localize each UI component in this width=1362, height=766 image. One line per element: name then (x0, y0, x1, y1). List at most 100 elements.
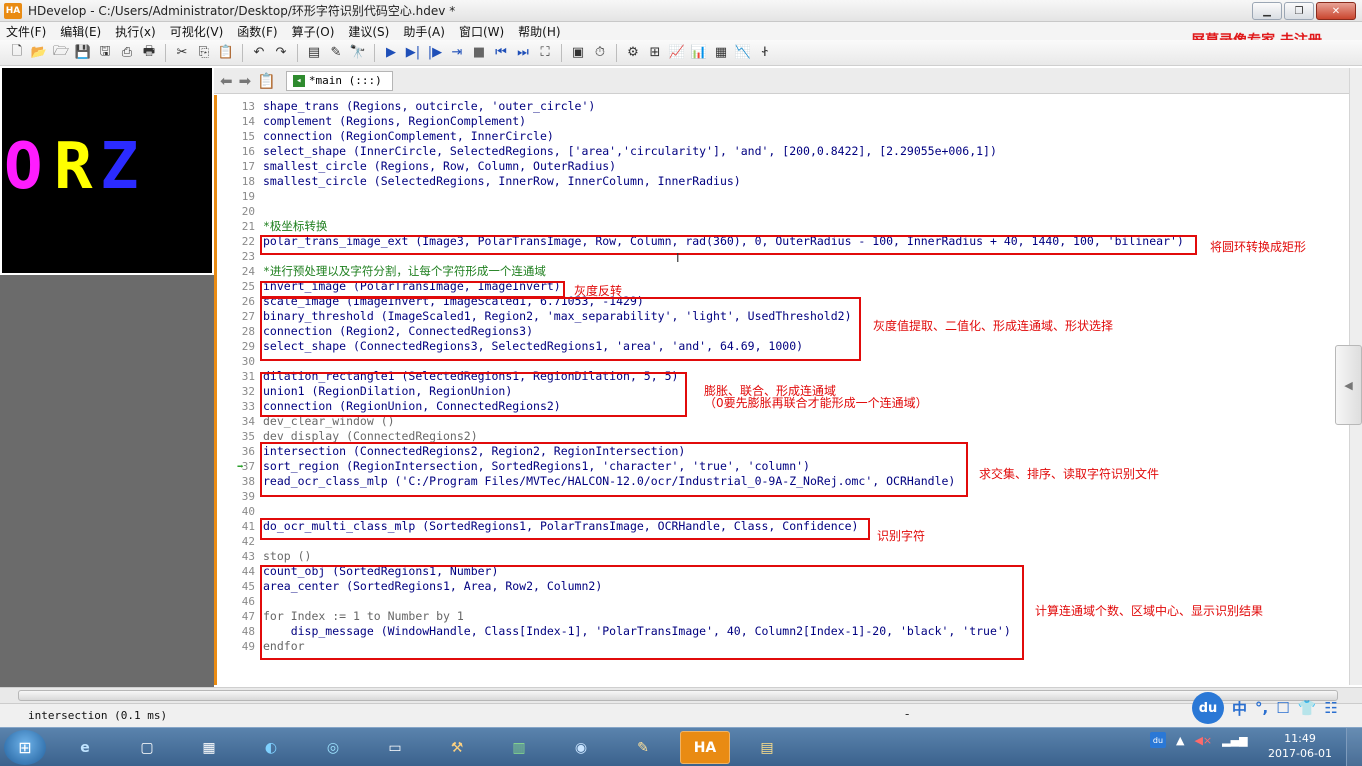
file-explorer-icon[interactable]: ▤ (742, 731, 792, 764)
code-line[interactable]: 24 *进行预处理以及字符分割，让每个字符形成一个连通域 (217, 264, 1347, 279)
find-icon[interactable]: 🔭 (349, 44, 367, 62)
insert-line-icon[interactable]: ▤ (305, 44, 323, 62)
tray-expand-icon[interactable]: ▲ (1176, 734, 1184, 747)
menu-window[interactable]: 窗口(W) (459, 23, 504, 40)
step-into-icon[interactable]: ⇥ (448, 44, 466, 62)
program-editor[interactable]: 13 shape_trans (Regions, outcircle, 'oute… (214, 95, 1349, 685)
feature-histogram-icon[interactable]: ▦ (712, 44, 730, 62)
menu-edit[interactable]: 编辑(E) (60, 23, 101, 40)
code-line[interactable]: 15 connection (RegionComplement, InnerCir… (217, 129, 1347, 144)
assistant-icon[interactable]: ⚙ (624, 44, 642, 62)
graphics-window-icon[interactable]: ▣ (569, 44, 587, 62)
menu-help[interactable]: 帮助(H) (518, 23, 560, 40)
code-line[interactable]: 14 complement (Regions, RegionComplement) (217, 114, 1347, 129)
window-app-icon[interactable]: ▭ (370, 731, 420, 764)
control-panel-icon[interactable]: ▦ (184, 731, 234, 764)
ime-punctuation-toggle[interactable]: °, (1255, 699, 1268, 717)
annotation-box-invert (260, 281, 565, 298)
document-app-icon[interactable]: ▥ (494, 731, 544, 764)
side-panel-toggle[interactable]: ◀ (1335, 345, 1362, 425)
feature-inspection-icon[interactable]: 📉 (734, 44, 752, 62)
show-desktop-button[interactable] (1346, 728, 1362, 766)
menu-file[interactable]: 文件(F) (6, 23, 46, 40)
forward-arrow-icon[interactable]: ➡ (239, 72, 252, 90)
open-file-icon[interactable]: 📂 (30, 44, 48, 62)
line-number: 22 (241, 235, 255, 248)
code-line[interactable]: 21 *极坐标转换 (217, 219, 1347, 234)
menu-execute[interactable]: 执行(x) (115, 23, 155, 40)
menu-operators[interactable]: 算子(O) (292, 23, 335, 40)
line-profile-icon[interactable]: 📊 (690, 44, 708, 62)
open-folder-icon[interactable]: 🗁 (52, 44, 70, 62)
hdevelop-taskbar-icon[interactable]: HA (680, 731, 730, 764)
tab-main[interactable]: ◂ *main (:::) (285, 70, 393, 91)
print-icon[interactable]: 🖶 (140, 44, 158, 62)
back-arrow-icon[interactable]: ⬅ (220, 72, 233, 90)
edit-line-icon[interactable]: ✎ (327, 44, 345, 62)
baidu-ime-logo-icon[interactable]: du (1192, 692, 1224, 724)
ie-browser-icon[interactable]: e (60, 731, 110, 764)
chat-app-icon[interactable]: ◐ (246, 731, 296, 764)
copy-icon[interactable]: ⎘ (195, 44, 213, 62)
clock-date: 2017-06-01 (1268, 747, 1332, 760)
tray-ime-icon[interactable]: du (1150, 732, 1166, 748)
menu-visualization[interactable]: 可视化(V) (170, 23, 224, 40)
cut-icon[interactable]: ✂ (173, 44, 191, 62)
redo-icon[interactable]: ↷ (272, 44, 290, 62)
annotation-box-intersection (260, 442, 968, 497)
reset-icon[interactable]: ⏮ (492, 44, 510, 62)
menu-procedures[interactable]: 函数(F) (237, 23, 277, 40)
restore-button[interactable]: ❐ (1284, 2, 1314, 20)
new-file-icon[interactable]: 🗋 (8, 44, 26, 62)
undo-icon[interactable]: ↶ (250, 44, 268, 62)
eye-app-icon[interactable]: ◉ (556, 731, 606, 764)
histogram-icon[interactable]: 📈 (668, 44, 686, 62)
horizontal-scrollbar[interactable] (0, 687, 1362, 703)
paste-icon[interactable]: 📋 (217, 44, 235, 62)
code-line[interactable]: 18 smallest_circle (SelectedRegions, Inne… (217, 174, 1347, 189)
code-line[interactable]: 13 shape_trans (Regions, outcircle, 'oute… (217, 99, 1347, 114)
desktop-icon[interactable]: ▢ (122, 731, 172, 764)
ocr-training-icon[interactable]: Ꮠ (756, 44, 774, 62)
breakpoint-icon[interactable]: ⛶ (536, 44, 554, 62)
toolbar-separator (374, 43, 375, 62)
volume-muted-icon[interactable]: ◀× (1194, 734, 1212, 747)
step-over-icon[interactable]: |▶ (426, 44, 444, 62)
ime-skin-icon[interactable]: 👕 (1298, 699, 1317, 717)
save-as-icon[interactable]: 🖫 (96, 44, 114, 62)
profiler-icon[interactable]: ⏱ (591, 44, 609, 62)
horizontal-scroll-thumb[interactable] (18, 690, 1338, 701)
menu-suggestions[interactable]: 建议(S) (348, 23, 389, 40)
network-signal-icon[interactable]: ▂▄▆ (1222, 734, 1247, 747)
save-icon[interactable]: 💾 (74, 44, 92, 62)
zoom-window-icon[interactable]: ⊞ (646, 44, 664, 62)
menu-assistants[interactable]: 助手(A) (403, 23, 445, 40)
line-number: 32 (241, 385, 255, 398)
ime-menu-icon[interactable]: ☷ (1324, 699, 1337, 717)
code-line[interactable]: 20 (217, 204, 1347, 219)
browser-app-icon[interactable]: ◎ (308, 731, 358, 764)
run-icon[interactable]: ▶ (382, 44, 400, 62)
code-line[interactable]: 17 smallest_circle (Regions, Row, Column,… (217, 159, 1347, 174)
ime-language-toggle[interactable]: 中 (1232, 698, 1247, 719)
ime-keyboard-icon[interactable]: ☐ (1276, 699, 1289, 717)
reset-program-icon[interactable]: ⏭ (514, 44, 532, 62)
graphics-window[interactable]: O R Z (2, 68, 212, 273)
run-to-insert-icon[interactable]: ▶| (404, 44, 422, 62)
tools-app-icon[interactable]: ⚒ (432, 731, 482, 764)
close-button[interactable]: ✕ (1316, 2, 1356, 20)
code-line[interactable]: 43 stop () (217, 549, 1347, 564)
minimize-button[interactable]: ▁ (1252, 2, 1282, 20)
code-line[interactable]: 40 (217, 504, 1347, 519)
line-number: 43 (241, 550, 255, 563)
export-icon[interactable]: ⎙ (118, 44, 136, 62)
status-message: intersection (0.1 ms) (28, 709, 168, 722)
paint-app-icon[interactable]: ✎ (618, 731, 668, 764)
line-number: 47 (241, 610, 255, 623)
start-button[interactable]: ⊞ (4, 730, 46, 765)
system-clock[interactable]: 11:49 2017-06-01 (1262, 731, 1338, 761)
procedure-list-icon[interactable]: 📋 (257, 72, 276, 90)
stop-icon[interactable]: ■ (470, 44, 488, 62)
code-line[interactable]: 19 (217, 189, 1347, 204)
code-line[interactable]: 16 select_shape (InnerCircle, SelectedReg… (217, 144, 1347, 159)
